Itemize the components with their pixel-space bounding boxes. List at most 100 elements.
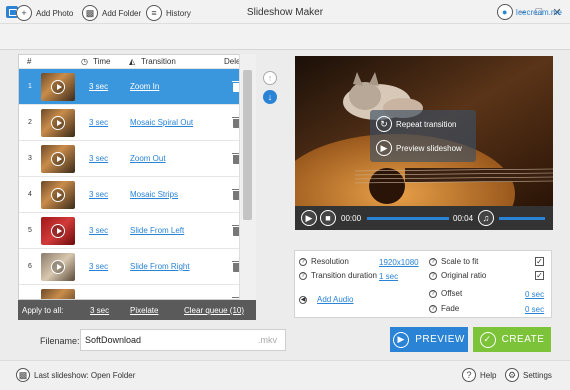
original-ratio-checkbox[interactable]: ✓ [535, 271, 544, 280]
play-icon: ▶ [393, 331, 410, 348]
create-button[interactable]: ✓ CREATE [473, 327, 551, 352]
add-audio-button[interactable]: ◀ Add Audio [299, 295, 353, 304]
volume-slider[interactable] [499, 217, 545, 220]
transition-icon: ◭ [129, 57, 136, 66]
list-header: # ◷ Time ◭ Transition Delete [19, 55, 255, 69]
help-icon[interactable]: ? [429, 271, 437, 280]
table-row[interactable]: 4 3 sec Mosaic Strips [19, 177, 255, 213]
move-down-icon[interactable]: ↓ [263, 90, 277, 104]
row-transition[interactable]: Slide From Right [130, 262, 190, 271]
help-icon[interactable]: ? [429, 289, 437, 298]
list-scrollbar[interactable] [239, 54, 256, 300]
last-slideshow-label: Last slideshow: Open Folder [34, 370, 136, 380]
gear-icon: ⚙ [505, 368, 519, 382]
volume-icon[interactable]: ♫ [478, 210, 494, 226]
table-row[interactable]: 5 3 sec Slide From Left [19, 213, 255, 249]
help-icon[interactable]: ? [429, 257, 437, 266]
clock-icon: ◷ [81, 57, 88, 66]
play-icon [51, 187, 65, 202]
clear-queue-link[interactable]: Clear queue (10) [184, 306, 244, 315]
help-icon[interactable]: ? [299, 271, 307, 280]
audio-icon: ◀ [299, 295, 307, 304]
scroll-thumb[interactable] [243, 70, 252, 220]
slide-thumbnail[interactable] [41, 216, 75, 245]
repeat-transition-button[interactable]: ↻ Repeat transition [376, 116, 456, 132]
history-icon: ≡ [146, 5, 162, 21]
resolution-value[interactable]: 1920x1080 [379, 258, 419, 267]
preview-button[interactable]: ▶ PREVIEW [390, 327, 468, 352]
row-transition[interactable]: Zoom In [130, 82, 159, 91]
plus-icon: + [16, 5, 32, 21]
history-button[interactable]: ≡ History [146, 4, 191, 22]
icecream-link[interactable]: ● Icecream.me [496, 4, 562, 20]
icecream-label: Icecream.me [515, 7, 562, 17]
preview-slideshow-label: Preview slideshow [396, 143, 462, 153]
table-row[interactable]: 2 3 sec Mosaic Spiral Out [19, 105, 255, 141]
help-button[interactable]: ? Help [462, 366, 496, 384]
row-transition[interactable]: Mosaic Spiral Out [130, 118, 193, 127]
add-folder-button[interactable]: ▩ Add Folder [82, 4, 141, 22]
duration-value[interactable]: 1 sec [379, 272, 398, 281]
row-transition[interactable]: Slide From Left [130, 226, 184, 235]
repeat-label: Repeat transition [396, 119, 457, 129]
row-transition[interactable]: Mosaic Strips [130, 190, 178, 199]
filename-field[interactable]: SoftDownload .mkv [80, 329, 286, 351]
header-transition: Transition [141, 57, 176, 66]
slide-thumbnail[interactable] [41, 252, 75, 281]
filename-label: Filename: [40, 336, 80, 346]
total-time: 00:04 [453, 214, 474, 223]
scale-option: ? Scale to fit [429, 257, 478, 266]
help-icon[interactable]: ? [299, 257, 307, 266]
resolution-label: Resolution [311, 257, 349, 266]
add-audio-label: Add Audio [317, 295, 354, 304]
move-up-icon[interactable]: ↑ [263, 71, 277, 85]
create-button-label: CREATE [501, 334, 545, 345]
play-icon [51, 151, 65, 166]
seek-bar[interactable] [367, 217, 449, 220]
table-row[interactable]: 7 [19, 285, 255, 299]
row-time[interactable]: 3 sec [89, 262, 108, 271]
slide-list: # ◷ Time ◭ Transition Delete 1 3 sec Zoo… [18, 54, 256, 300]
apply-time[interactable]: 3 sec [90, 306, 109, 315]
row-num: 6 [28, 263, 32, 270]
slide-thumbnail[interactable] [41, 144, 75, 173]
help-icon[interactable]: ? [429, 304, 437, 313]
add-folder-label: Add Folder [102, 8, 142, 18]
apply-transition[interactable]: Pixelate [130, 306, 158, 315]
slide-thumbnail[interactable] [41, 108, 75, 137]
row-time[interactable]: 3 sec [89, 190, 108, 199]
row-time[interactable]: 3 sec [89, 226, 108, 235]
row-time[interactable]: 3 sec [89, 82, 108, 91]
slide-thumbnail[interactable] [41, 72, 75, 101]
last-slideshow-link[interactable]: ▩ Last slideshow: Open Folder [16, 366, 135, 384]
folder-icon: ▩ [82, 5, 98, 21]
row-time[interactable]: 3 sec [89, 154, 108, 163]
scale-label: Scale to fit [441, 257, 479, 266]
offset-option: ? Offset [429, 289, 462, 298]
row-num: 4 [28, 191, 32, 198]
fade-value[interactable]: 0 sec [525, 305, 544, 314]
play-icon[interactable]: ▶ [301, 210, 317, 226]
repeat-icon: ↻ [376, 116, 392, 132]
stop-icon[interactable]: ■ [320, 210, 336, 226]
offset-value[interactable]: 0 sec [525, 290, 544, 299]
preview-slideshow-button[interactable]: ▶ Preview slideshow [376, 140, 462, 156]
ratio-option: ? Original ratio [429, 271, 486, 280]
slide-thumbnail[interactable] [41, 180, 75, 209]
table-row[interactable]: 6 3 sec Slide From Right [19, 249, 255, 285]
row-time[interactable]: 3 sec [89, 118, 108, 127]
play-icon [51, 79, 65, 94]
table-row[interactable]: 3 3 sec Zoom Out [19, 141, 255, 177]
add-photo-button[interactable]: + Add Photo [16, 4, 73, 22]
apply-to-all-bar: Apply to all: 3 sec Pixelate Clear queue… [18, 300, 256, 320]
preview-button-label: PREVIEW [415, 334, 465, 345]
scale-to-fit-checkbox[interactable]: ✓ [535, 257, 544, 266]
table-row[interactable]: 1 3 sec Zoom In [19, 69, 255, 105]
history-label: History [166, 8, 191, 18]
filename-value: SoftDownload [85, 335, 142, 345]
row-num: 3 [28, 155, 32, 162]
settings-button[interactable]: ⚙ Settings [505, 366, 552, 384]
slide-thumbnail[interactable] [41, 288, 75, 299]
options-panel: ? Resolution 1920x1080 ? Transition dura… [294, 250, 552, 318]
row-transition[interactable]: Zoom Out [130, 154, 166, 163]
